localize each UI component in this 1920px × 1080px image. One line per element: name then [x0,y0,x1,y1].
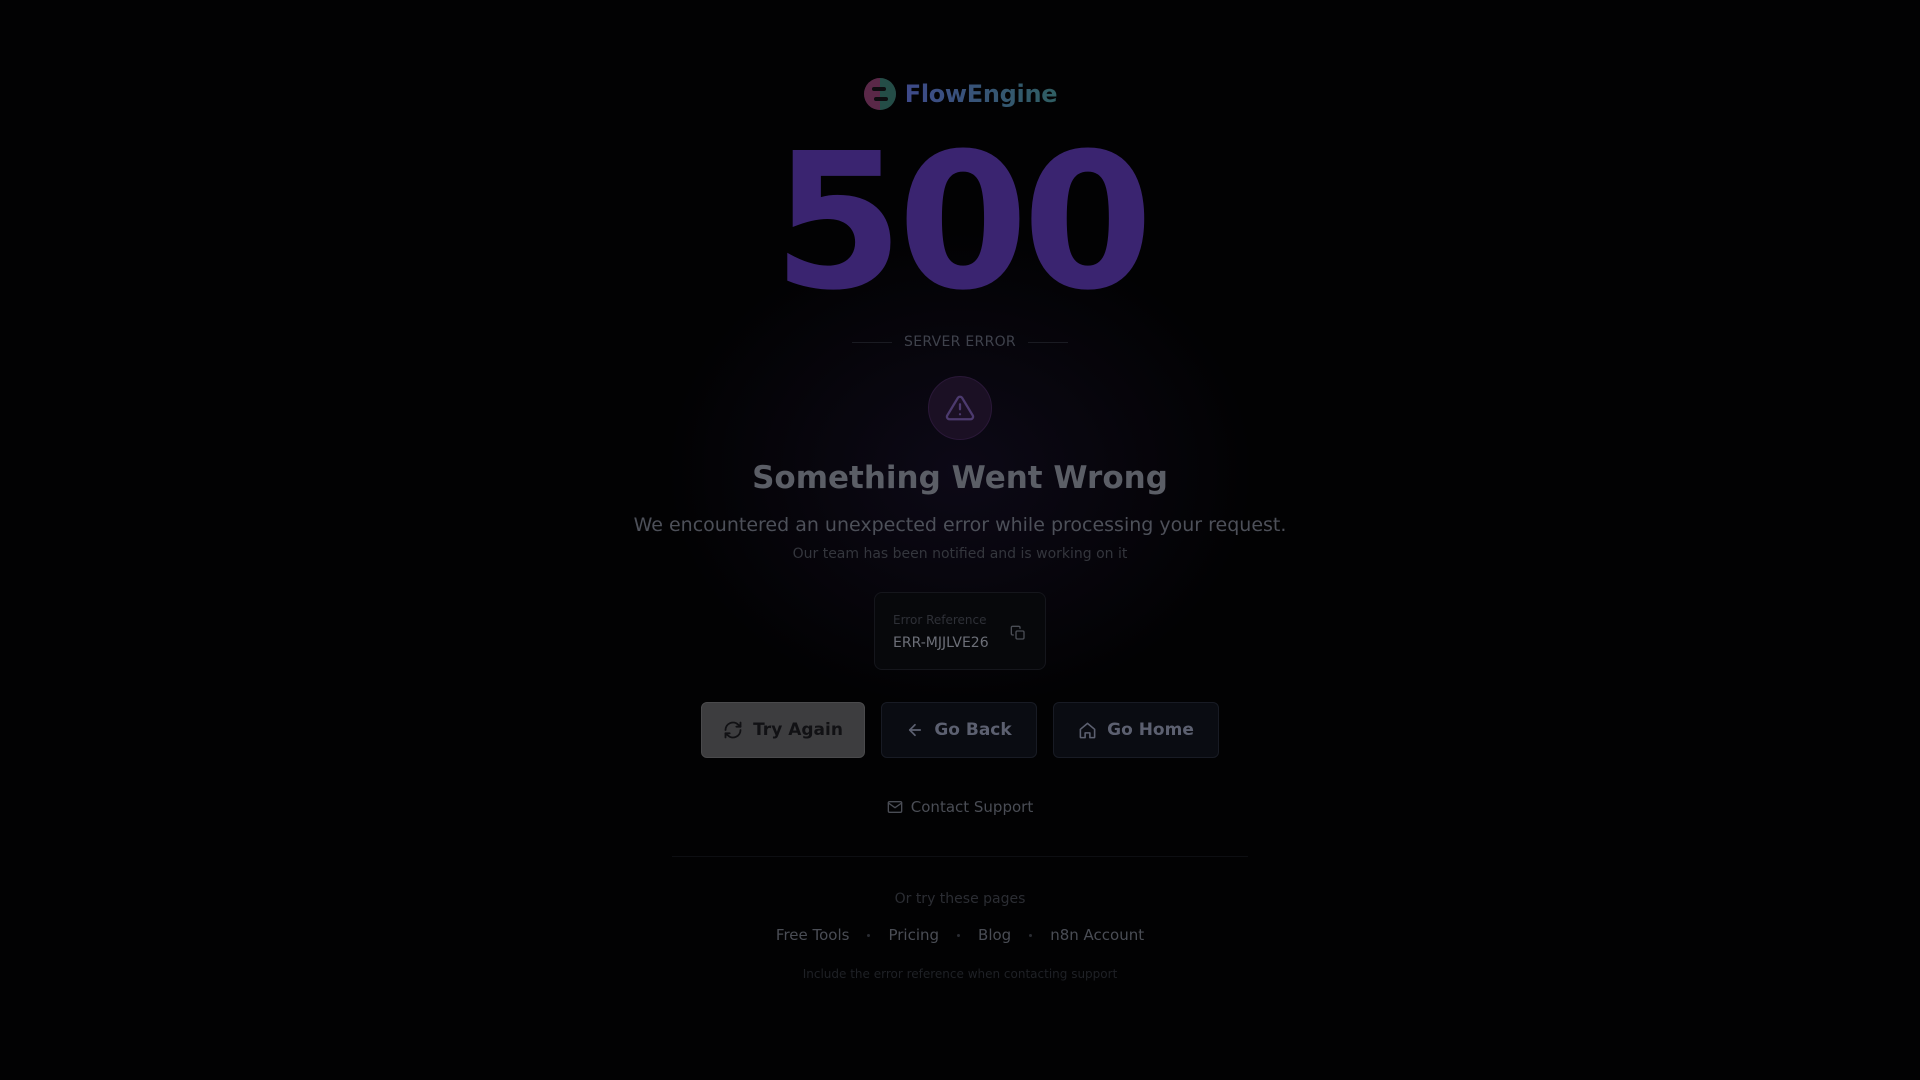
arrow-left-icon [909,723,922,737]
go-home-button[interactable]: Go Home [1053,702,1219,758]
alternative-links: Free Tools Pricing Blog n8n Account [776,924,1144,946]
section-divider [672,856,1248,857]
link-free-tools[interactable]: Free Tools [776,926,850,944]
alternatives-heading: Or try these pages [894,891,1026,907]
flowengine-logo-icon [863,78,896,110]
error-headline: Something Went Wrong [752,460,1168,496]
copy-reference-button[interactable] [1007,622,1029,644]
error-content: FlowEngine 500 SERVER ERROR Something We… [0,0,1920,983]
link-n8n-account[interactable]: n8n Account [1050,926,1144,944]
action-buttons: Try Again Go Back Go Home [701,702,1219,758]
support-footnote: Include the error reference when contact… [802,967,1118,981]
error-kind-label: SERVER ERROR [904,334,1016,350]
error-reference-value[interactable]: ERR-MJJLVE26 [893,635,989,651]
error-message: We encountered an unexpected error while… [633,514,1287,536]
go-back-label: Go Back [934,720,1012,740]
contact-support-link[interactable]: Contact Support [887,796,1033,818]
error-code: 500 [772,113,1153,332]
error-reference-text: Error Reference ERR-MJJLVE26 [893,613,989,651]
warning-triangle-icon [945,395,975,421]
alert-badge [928,376,992,440]
error-submessage: Our team has been notified and is workin… [792,546,1128,562]
contact-support-label: Contact Support [910,798,1034,816]
try-again-button[interactable]: Try Again [701,702,865,758]
separator-dot [1029,933,1033,937]
refresh-icon [724,721,742,739]
error-page: FlowEngine 500 SERVER ERROR Something We… [0,0,1920,1080]
separator-dot [957,933,961,937]
link-blog[interactable]: Blog [978,926,1011,944]
separator-dot [867,933,871,937]
error-reference-card: Error Reference ERR-MJJLVE26 [874,592,1046,670]
go-home-label: Go Home [1107,720,1194,740]
error-reference-label: Error Reference [893,613,987,627]
error-kind-row: SERVER ERROR [852,332,1068,352]
brand-name: FlowEngine [904,80,1058,108]
mail-icon [887,801,903,813]
brand[interactable]: FlowEngine [863,74,1058,114]
go-back-button[interactable]: Go Back [881,702,1037,758]
divider-right [1027,341,1068,343]
copy-icon [1010,625,1025,640]
divider-left [852,341,893,343]
try-again-label: Try Again [753,720,843,740]
home-icon [1079,722,1096,738]
link-pricing[interactable]: Pricing [888,926,939,944]
